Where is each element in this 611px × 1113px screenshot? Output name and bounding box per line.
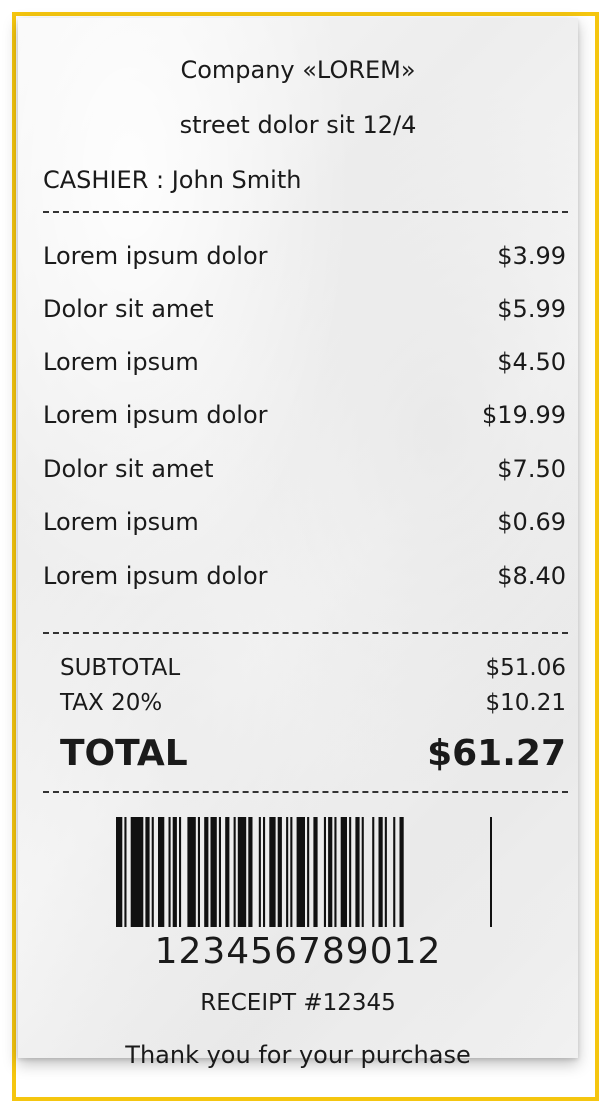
total-label: TOTAL bbox=[60, 732, 188, 774]
barcode-bar bbox=[393, 817, 396, 927]
item-name: Lorem ipsum bbox=[43, 348, 199, 376]
barcode-bar bbox=[197, 817, 200, 927]
barcode-bar bbox=[204, 817, 209, 927]
barcode-bar bbox=[263, 817, 266, 927]
item-name: Dolor sit amet bbox=[43, 295, 214, 323]
barcode-bar bbox=[210, 817, 217, 927]
tax-label: TAX 20% bbox=[60, 690, 163, 716]
item-row: Dolor sit amet $7.50 bbox=[43, 453, 566, 485]
item-name: Lorem ipsum dolor bbox=[43, 242, 268, 270]
item-price: $8.40 bbox=[497, 562, 566, 590]
barcode-bar bbox=[172, 817, 177, 927]
item-name: Dolor sit amet bbox=[43, 455, 214, 483]
barcode-bar bbox=[384, 817, 387, 927]
item-price: $19.99 bbox=[482, 401, 566, 429]
barcode-bar bbox=[116, 817, 123, 927]
barcode bbox=[116, 817, 492, 927]
item-row: Lorem ipsum dolor $8.40 bbox=[43, 560, 566, 592]
divider bbox=[43, 211, 568, 213]
item-name: Lorem ipsum dolor bbox=[43, 401, 268, 429]
item-price: $0.69 bbox=[497, 508, 566, 536]
subtotal-row: SUBTOTAL $51.06 bbox=[60, 652, 566, 684]
barcode-bar bbox=[124, 817, 127, 927]
cashier-line: CASHIER : John Smith bbox=[43, 166, 302, 194]
barcode-bar bbox=[233, 817, 236, 927]
divider bbox=[43, 632, 568, 634]
tax-value: $10.21 bbox=[485, 690, 566, 716]
item-row: Lorem ipsum $4.50 bbox=[43, 346, 566, 378]
thank-you-message: Thank you for your purchase bbox=[125, 1041, 471, 1069]
barcode-bar bbox=[130, 817, 144, 927]
barcode-bar bbox=[151, 817, 154, 927]
barcode-bar bbox=[323, 817, 326, 927]
tax-row: TAX 20% $10.21 bbox=[60, 687, 566, 719]
item-name: Lorem ipsum bbox=[43, 508, 199, 536]
barcode-bar bbox=[490, 817, 492, 927]
subtotal-value: $51.06 bbox=[485, 655, 566, 681]
barcode-bar bbox=[218, 817, 221, 927]
barcode-bar bbox=[158, 817, 165, 927]
barcode-bar bbox=[372, 817, 375, 927]
item-price: $3.99 bbox=[497, 242, 566, 270]
barcode-bar bbox=[168, 817, 171, 927]
barcode-bar bbox=[307, 817, 310, 927]
barcode-bar bbox=[296, 817, 305, 927]
divider bbox=[43, 791, 568, 793]
company-name: Company «LOREM» bbox=[180, 56, 416, 84]
barcode-bar bbox=[334, 817, 337, 927]
receipt-number: RECEIPT #12345 bbox=[200, 990, 396, 1016]
barcode-bar bbox=[286, 817, 289, 927]
receipt-paper: Company «LOREM» street dolor sit 12/4 CA… bbox=[18, 18, 578, 1069]
barcode-bar bbox=[290, 817, 293, 927]
barcode-bar bbox=[269, 817, 276, 927]
item-row: Dolor sit amet $5.99 bbox=[43, 293, 566, 325]
barcode-bar bbox=[179, 817, 182, 927]
barcode-bar bbox=[378, 817, 383, 927]
barcode-bar bbox=[145, 817, 150, 927]
subtotal-label: SUBTOTAL bbox=[60, 655, 181, 681]
barcode-bar bbox=[355, 817, 360, 927]
item-row: Lorem ipsum $0.69 bbox=[43, 506, 566, 538]
item-price: $5.99 bbox=[497, 295, 566, 323]
total-value: $61.27 bbox=[427, 732, 566, 774]
barcode-bar bbox=[361, 817, 364, 927]
item-row: Lorem ipsum dolor $3.99 bbox=[43, 240, 566, 272]
item-name: Lorem ipsum dolor bbox=[43, 562, 268, 590]
total-row: TOTAL $61.27 bbox=[60, 729, 566, 777]
barcode-bar bbox=[328, 817, 333, 927]
item-row: Lorem ipsum dolor $19.99 bbox=[43, 399, 566, 431]
barcode-bar bbox=[187, 817, 196, 927]
barcode-bar bbox=[225, 817, 230, 927]
item-price: $7.50 bbox=[497, 455, 566, 483]
barcode-bar bbox=[340, 817, 347, 927]
barcode-number: 123456789012 bbox=[154, 931, 442, 972]
company-address: street dolor sit 12/4 bbox=[179, 111, 417, 139]
barcode-bar bbox=[277, 817, 282, 927]
barcode-bar bbox=[248, 817, 253, 927]
barcode-bar bbox=[313, 817, 318, 927]
barcode-bar bbox=[258, 817, 261, 927]
barcode-bar bbox=[399, 817, 404, 927]
item-price: $4.50 bbox=[497, 348, 566, 376]
barcode-bar bbox=[237, 817, 247, 927]
barcode-bar bbox=[349, 817, 352, 927]
